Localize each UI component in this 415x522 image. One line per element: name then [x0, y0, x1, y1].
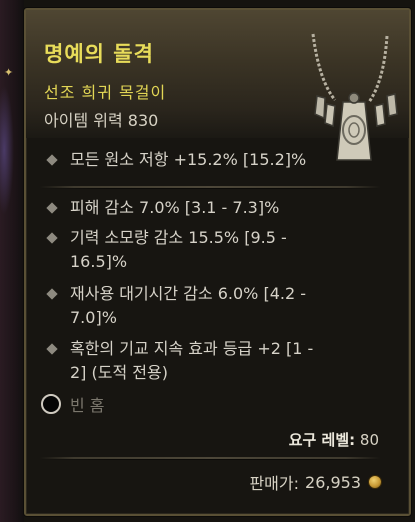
diamond-bullet-icon: [46, 202, 58, 214]
gold-coin-icon: [369, 476, 381, 488]
socket-label: 빈 홈: [70, 396, 105, 415]
affix-text: 기력 소모량 감소 15.5% [9.5 - 16.5]%: [70, 228, 287, 271]
affix-2: 기력 소모량 감소 15.5% [9.5 - 16.5]%: [46, 226, 386, 274]
sell-price-value: 26,953: [305, 472, 361, 492]
sell-price-label: 판매가:: [249, 474, 300, 493]
empty-socket-icon: [41, 394, 61, 414]
affix-text: 혹한의 기교 지속 효과 등급 +2 [1 - 2] (도적 전용): [70, 339, 314, 382]
diamond-bullet-icon: [46, 343, 58, 355]
affix-1: 피해 감소 7.0% [3.1 - 7.3]%: [46, 196, 386, 220]
affix-text: 재사용 대기시간 감소 6.0% [4.2 - 7.0]%: [70, 284, 307, 327]
item-type: 선조 희귀 목걸이: [44, 83, 167, 102]
diamond-bullet-icon: [46, 288, 58, 300]
divider: [40, 186, 380, 189]
implicit-affix-text: 모든 원소 저항 +15.2% [15.2]%: [70, 150, 307, 169]
item-name: 명예의 돌격: [44, 42, 154, 66]
diamond-bullet-icon: [46, 232, 58, 244]
diamond-bullet-icon: [46, 154, 58, 166]
background-glow: [0, 85, 14, 215]
item-power: 아이템 위력 830: [44, 111, 159, 130]
affix-4: 혹한의 기교 지속 효과 등급 +2 [1 - 2] (도적 전용): [46, 337, 386, 385]
required-level-label: 요구 레벨:: [288, 431, 356, 449]
item-tooltip: 명예의 돌격 선조 희귀 목걸이 아이템 위력 830 모든 원소 저항 +15…: [24, 8, 411, 516]
implicit-affix: 모든 원소 저항 +15.2% [15.2]%: [46, 148, 386, 172]
divider: [40, 457, 380, 460]
affix-text: 피해 감소 7.0% [3.1 - 7.3]%: [70, 198, 280, 217]
required-level-value: 80: [359, 431, 379, 449]
sparkle-icon: ✦: [4, 66, 14, 79]
affix-3: 재사용 대기시간 감소 6.0% [4.2 - 7.0]%: [46, 282, 386, 330]
required-level: 요구 레벨: 80: [289, 429, 379, 450]
sell-price: 판매가: 26,953: [249, 470, 381, 494]
empty-socket: 빈 홈: [41, 392, 105, 416]
